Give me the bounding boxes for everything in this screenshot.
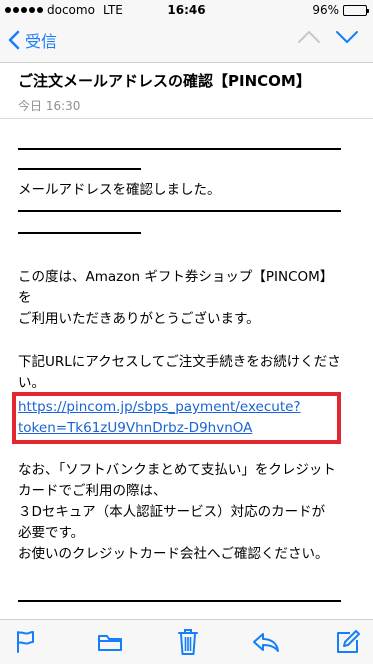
reply-icon[interactable] — [252, 632, 280, 652]
back-label: 受信 — [25, 32, 58, 51]
text-line: なお、「ソフトバンクまとめて支払い」をクレジット — [18, 462, 336, 478]
next-message-icon[interactable] — [335, 30, 359, 44]
text-line: お使いのクレジットカード会社へご確認ください。 — [18, 546, 329, 562]
text-line: い。 — [18, 375, 45, 391]
bottom-toolbar — [0, 619, 373, 664]
text-line: ３Dセキュア（本人認証サービス）対応のカードが — [18, 504, 326, 520]
divider-line — [18, 210, 341, 212]
back-button[interactable]: 受信 — [8, 28, 57, 52]
chevron-left-icon — [8, 30, 20, 50]
text-line: 必要です。 — [18, 525, 85, 541]
highlight-box — [12, 392, 341, 444]
previous-message-icon[interactable] — [297, 30, 321, 44]
trash-icon[interactable] — [177, 628, 199, 656]
battery-icon — [343, 4, 369, 16]
compose-icon[interactable] — [336, 630, 360, 654]
header-divider — [0, 118, 373, 119]
text-line: カードでご利用の際は、 — [18, 483, 167, 499]
flag-icon[interactable] — [14, 630, 36, 654]
text-line: ご利用いただきありがとうございます。 — [18, 311, 260, 327]
message-subject: ご注文メールアドレスの確認【PINCOM】 — [18, 72, 311, 90]
paragraph-instruction: 下記URLにアクセスしてご注文手続きをお続けくださ い。 — [18, 352, 358, 394]
status-bar: docomo LTE 16:46 96% — [0, 0, 373, 20]
message-date: 今日 16:30 — [18, 99, 81, 113]
confirm-text: メールアドレスを確認しました。 — [18, 182, 221, 198]
status-right: 96% — [312, 3, 369, 17]
battery-percent: 96% — [312, 3, 339, 17]
divider-line — [18, 600, 341, 602]
text-line: この度は、Amazon ギフト券ショップ【PINCOM】 — [18, 269, 334, 285]
text-line: を — [18, 290, 32, 306]
paragraph-notice: なお、「ソフトバンクまとめて支払い」をクレジット カードでご利用の際は、 ３Dセ… — [18, 460, 358, 565]
message-header: ご注文メールアドレスの確認【PINCOM】 今日 16:30 — [18, 70, 311, 114]
text-line: 下記URLにアクセスしてご注文手続きをお続けくださ — [18, 354, 341, 370]
nav-bar: 受信 — [0, 20, 373, 63]
divider-line — [18, 148, 341, 150]
divider-line — [18, 168, 141, 170]
paragraph-intro: この度は、Amazon ギフト券ショップ【PINCOM】 を ご利用いただきあり… — [18, 267, 358, 330]
divider-line — [18, 232, 141, 234]
folder-icon[interactable] — [97, 632, 123, 652]
